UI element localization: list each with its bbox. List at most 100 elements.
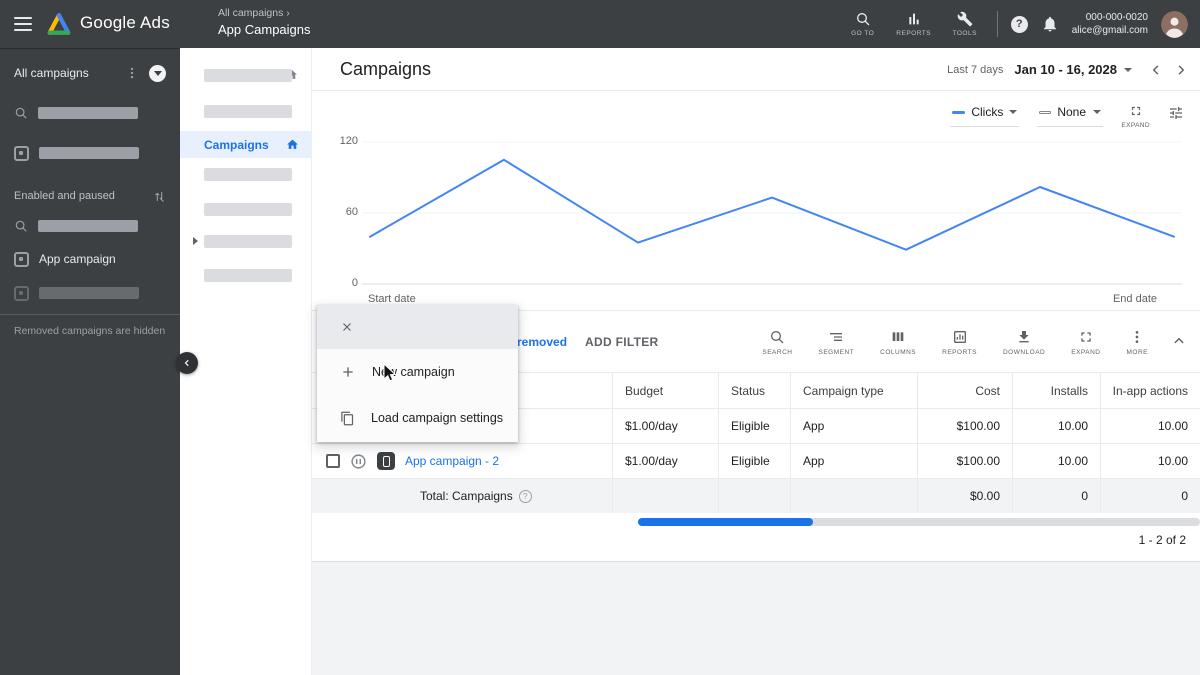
table-tools: SEARCH SEGMENT COLUMNS REPORTS DOWNLOAD <box>762 311 1148 373</box>
total-budget-cell <box>612 479 718 513</box>
reports-icon <box>906 11 922 27</box>
add-filter-button[interactable]: ADD FILTER <box>585 335 658 349</box>
popup-header <box>317 305 518 349</box>
expand-label: EXPAND <box>1071 348 1101 356</box>
reports-button[interactable]: REPORTS <box>942 329 977 356</box>
download-button[interactable]: DOWNLOAD <box>1003 329 1045 356</box>
sidebar-item-app-campaign[interactable]: App campaign <box>0 245 180 273</box>
chart-settings-icon[interactable] <box>1168 105 1184 121</box>
sidebar-item-all-campaigns[interactable]: All campaigns <box>0 59 180 87</box>
navigation-sidebar: All campaigns Enabled and paused App cam… <box>0 48 180 675</box>
removed-campaigns-note: Removed campaigns are hidden <box>0 317 180 345</box>
account-info[interactable]: 000-000-0020 alice@gmail.com <box>1072 11 1148 38</box>
budget-cell[interactable]: $1.00/day <box>612 444 718 478</box>
chart-expand-button[interactable]: EXPAND <box>1121 104 1150 129</box>
table-row: App campaign - 2 $1.00/day Eligible App … <box>312 444 1200 479</box>
campaigns-nav-label: Campaigns <box>204 137 269 152</box>
notifications-bell-icon[interactable] <box>1041 15 1059 33</box>
chart-controls: Clicks None EXPAND <box>950 103 1184 129</box>
page-header: Campaigns Last 7 days Jan 10 - 16, 2028 <box>312 48 1200 91</box>
total-label: Total: Campaigns <box>420 489 513 503</box>
previous-period-button[interactable] <box>1147 61 1165 79</box>
home-icon <box>286 138 299 151</box>
metric-selector-1[interactable]: Clicks <box>950 103 1020 127</box>
campaign-icon <box>14 285 29 301</box>
chevron-down-icon <box>1093 110 1102 114</box>
total-label-cell: Total: Campaigns ? <box>312 479 612 513</box>
reports-button[interactable]: REPORTS <box>895 11 933 37</box>
total-installs-cell: 0 <box>1012 479 1100 513</box>
row-checkbox[interactable] <box>326 454 340 468</box>
goto-label: GO TO <box>851 30 875 37</box>
goto-button[interactable]: GO TO <box>844 11 882 37</box>
y-tick-60: 60 <box>345 206 358 218</box>
type-cell: App <box>790 409 917 443</box>
google-ads-logo-icon[interactable] <box>46 12 72 36</box>
skeleton-bar <box>204 105 292 118</box>
horizontal-scrollbar-track[interactable] <box>638 518 1200 526</box>
sidebar-campaign-row[interactable] <box>0 139 180 167</box>
metric-selector-2[interactable]: None <box>1037 103 1104 127</box>
filter-chip-removed[interactable]: removed <box>517 335 567 349</box>
pagination-status: 1 - 2 of 2 <box>1138 533 1186 547</box>
campaign-link[interactable]: App campaign - 2 <box>405 454 499 468</box>
help-icon[interactable]: ? <box>1010 15 1028 33</box>
breadcrumb-parent[interactable]: All campaigns › <box>218 7 311 19</box>
more-button[interactable]: MORE <box>1127 329 1149 356</box>
enabled-paused-label: Enabled and paused <box>14 190 115 202</box>
none-series-swatch <box>1039 110 1052 114</box>
help-icon[interactable]: ? <box>518 489 532 503</box>
secondary-nav-panel: Campaigns <box>180 48 312 675</box>
header-campaign-type[interactable]: Campaign type <box>790 373 917 408</box>
sidebar-item-dimmed[interactable] <box>0 279 180 307</box>
header-budget[interactable]: Budget <box>612 373 718 408</box>
search-icon[interactable] <box>14 106 28 120</box>
y-tick-0: 0 <box>351 277 358 289</box>
skeleton-bar <box>204 235 292 248</box>
next-period-button[interactable] <box>1172 61 1190 79</box>
display-campaign-icon <box>14 145 29 161</box>
skeleton-bar <box>204 69 292 82</box>
horizontal-scrollbar-thumb[interactable] <box>638 518 813 526</box>
subnav-item-campaigns[interactable]: Campaigns <box>180 131 312 158</box>
search-icon[interactable] <box>14 219 28 233</box>
topbar-actions: GO TO REPORTS TOOLS ? 000-000-0020 alice… <box>844 0 1188 48</box>
skeleton-bar <box>39 147 139 159</box>
expand-button[interactable]: EXPAND <box>1071 329 1100 356</box>
copy-icon <box>340 411 355 426</box>
avatar[interactable] <box>1161 10 1188 38</box>
close-icon[interactable] <box>340 320 354 334</box>
paused-status-icon[interactable] <box>350 453 367 470</box>
date-range-picker[interactable]: Last 7 days Jan 10 - 16, 2028 <box>947 48 1190 91</box>
wrench-icon <box>957 11 973 27</box>
date-range-label: Jan 10 - 16, 2028 <box>1014 62 1117 77</box>
expand-arrow-icon[interactable] <box>193 237 198 245</box>
total-cost-cell: $0.00 <box>917 479 1012 513</box>
removed-note-label: Removed campaigns are hidden <box>14 325 166 337</box>
load-campaign-settings-label: Load campaign settings <box>371 411 504 425</box>
menu-icon[interactable] <box>14 17 32 35</box>
header-installs[interactable]: Installs <box>1012 373 1100 408</box>
clicks-line <box>369 158 1175 251</box>
search-button[interactable]: SEARCH <box>762 329 792 356</box>
metric-1-label: Clicks <box>971 105 1004 119</box>
collapse-all-icon[interactable] <box>149 64 166 82</box>
skeleton-bar <box>204 168 292 181</box>
header-cost[interactable]: Cost <box>917 373 1012 408</box>
header-inapp-actions[interactable]: In-app actions <box>1100 373 1200 408</box>
columns-button[interactable]: COLUMNS <box>880 329 916 356</box>
budget-cell[interactable]: $1.00/day <box>612 409 718 443</box>
more-options-icon[interactable] <box>125 66 139 80</box>
sort-icon[interactable] <box>153 190 166 203</box>
sidebar-collapse-handle[interactable] <box>176 352 198 374</box>
breadcrumb-chevron-icon: › <box>286 7 290 19</box>
table-total-row: Total: Campaigns ? $0.00 0 0 <box>312 479 1200 513</box>
y-tick-120: 120 <box>339 135 358 147</box>
tools-button[interactable]: TOOLS <box>946 11 984 37</box>
total-inapp-cell: 0 <box>1100 479 1200 513</box>
menu-item-load-campaign-settings[interactable]: Load campaign settings <box>317 395 518 441</box>
collapse-table-chevron-icon[interactable] <box>1170 332 1188 350</box>
header-status[interactable]: Status <box>718 373 790 408</box>
segment-button[interactable]: SEGMENT <box>818 329 854 356</box>
menu-item-new-campaign[interactable]: New campaign <box>317 349 518 395</box>
